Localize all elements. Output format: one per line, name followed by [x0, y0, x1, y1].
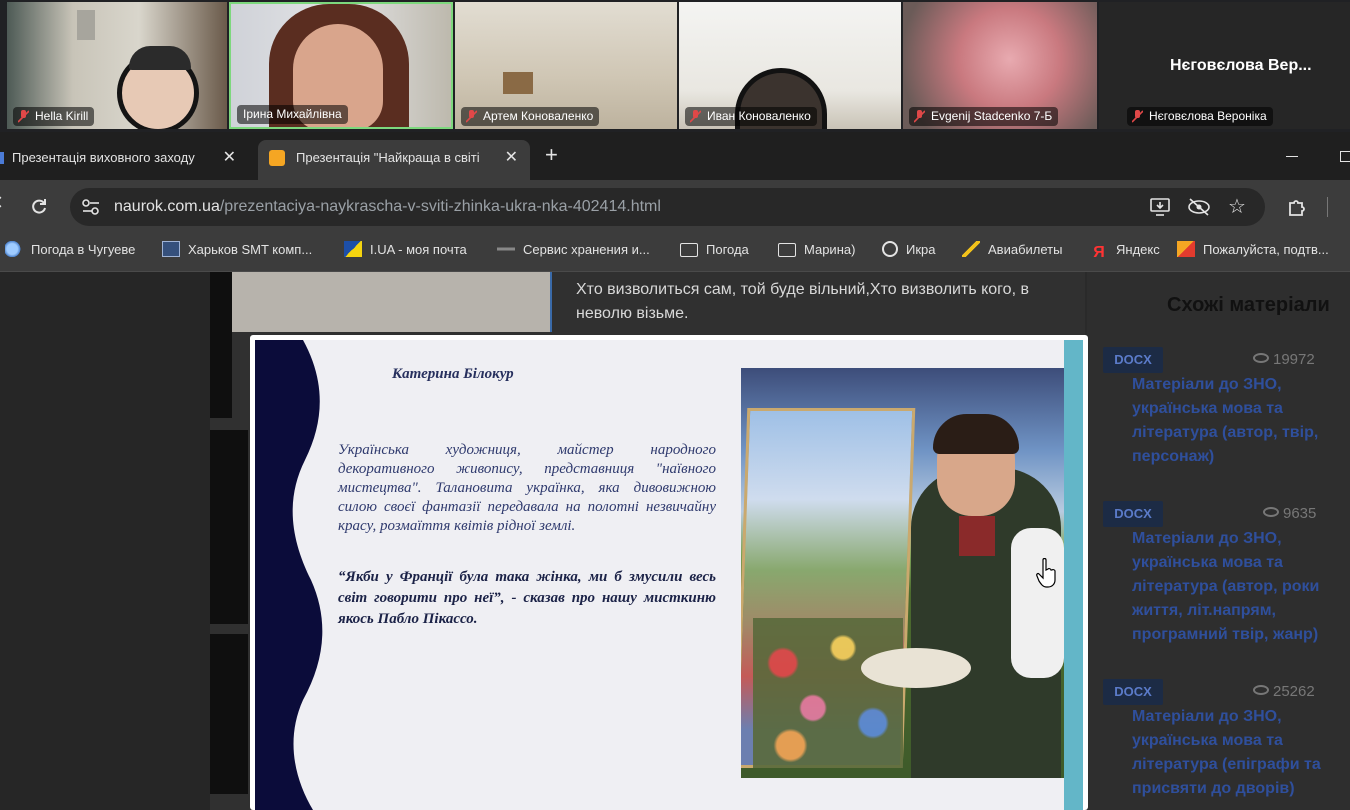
views-count: 19972 — [1253, 351, 1315, 368]
maximize-icon[interactable] — [1340, 151, 1350, 162]
tab-bar: Презентація виховного заходу ✕ Презентац… — [0, 132, 1350, 180]
bookmark-item[interactable]: Пожалуйста, подтв... — [1177, 234, 1329, 270]
participant-name: Evgenij Stadcenko 7-Б — [909, 107, 1059, 126]
slide-thumbnail[interactable] — [210, 430, 248, 624]
bookmarks-bar: Погода в Чугуеве Харьков SMT комп... I.U… — [0, 234, 1350, 272]
mic-muted-icon — [1132, 110, 1143, 123]
bookmark-item[interactable]: Харьков SMT комп... — [162, 234, 312, 270]
docx-badge: DOCX — [1103, 679, 1163, 705]
plane-icon — [962, 241, 980, 257]
docx-badge: DOCX — [1103, 347, 1163, 373]
hand-cursor-icon — [1036, 558, 1056, 588]
bookmark-item[interactable]: Авиабилеты — [962, 234, 1062, 270]
extensions-icon[interactable] — [1287, 197, 1307, 217]
participant-tile[interactable]: Hella Kirill — [7, 2, 227, 129]
participant-tile[interactable]: Иван Коноваленко — [679, 2, 901, 129]
address-bar[interactable]: naurok.com.ua/prezentaciya-naykrascha-v-… — [70, 188, 1265, 226]
mic-muted-icon — [466, 110, 477, 123]
presentation-slide[interactable]: Катерина Білокур Українська художниця, м… — [250, 335, 1088, 810]
weather-icon — [5, 241, 23, 257]
tab-presentation-active[interactable]: Презентація "Найкраща в світі ✕ — [258, 140, 530, 180]
page-quote: Хто визволиться сам, той буде вільний,Хт… — [576, 281, 1029, 322]
views-count: 9635 — [1263, 505, 1316, 522]
install-app-icon[interactable] — [1150, 198, 1170, 216]
toolbar-divider — [1327, 197, 1328, 217]
docx-badge: DOCX — [1103, 501, 1163, 527]
slide-canvas: Катерина Білокур Українська художниця, м… — [255, 340, 1083, 810]
participant-name: Артем Коноваленко — [461, 107, 600, 126]
left-gutter — [0, 272, 210, 810]
participant-name: Нєговєлова Вероніка — [1127, 107, 1273, 126]
slide-author-title: Катерина Білокур — [392, 366, 514, 382]
new-tab-button[interactable]: + — [545, 140, 558, 170]
portrait-photo — [741, 368, 1064, 778]
folder-icon — [778, 243, 796, 257]
participant-tile[interactable]: Нєговєлова Вер... Нєговєлова Вероніка — [1099, 2, 1350, 129]
bookmark-item[interactable]: Я Яндекс — [1090, 234, 1159, 270]
storage-icon — [497, 241, 515, 257]
participant-name: Ірина Михайлівна — [237, 105, 348, 124]
mic-muted-icon — [914, 110, 925, 123]
similar-item-title[interactable]: Матеріали до ЗНО, українська мова та літ… — [1132, 373, 1337, 469]
views-count: 25262 — [1253, 683, 1315, 700]
bookmark-item[interactable]: Марина) — [778, 234, 855, 270]
bookmark-item[interactable]: Погода — [680, 234, 749, 270]
eye-icon — [1253, 685, 1269, 695]
participant-name: Иван Коноваленко — [685, 107, 817, 126]
minimize-icon[interactable] — [1286, 156, 1298, 157]
slide-thumbnail[interactable] — [210, 272, 232, 418]
participant-tile[interactable]: Артем Коноваленко — [455, 2, 677, 129]
eye-icon — [1263, 507, 1279, 517]
close-tab-icon[interactable]: ✕ — [505, 140, 518, 176]
participant-name: Hella Kirill — [13, 107, 95, 126]
participant-display-name: Нєговєлова Вер... — [1170, 57, 1312, 74]
globe-icon — [882, 241, 898, 257]
folder-icon — [680, 243, 698, 257]
slide-quote-text: “Якби у Франції була така жінка, ми б зм… — [338, 569, 716, 627]
bookmark-item[interactable]: I.UA - моя почта — [344, 234, 467, 270]
warn-icon — [1177, 241, 1195, 257]
iua-icon — [344, 241, 362, 257]
participant-tile[interactable]: Evgenij Stadcenko 7-Б — [903, 2, 1097, 129]
close-tab-icon[interactable]: ✕ — [223, 140, 236, 176]
mic-muted-icon — [690, 110, 701, 123]
site-settings-icon[interactable] — [82, 199, 100, 215]
similar-materials-sidebar: Схожі матеріали DOCX 19972 Матеріали до … — [1087, 272, 1350, 810]
bell-favicon-icon — [269, 150, 285, 166]
browser-toolbar: naurok.com.ua/prezentaciya-naykrascha-v-… — [0, 180, 1350, 234]
slide-body-text: Українська художниця, майстер народного … — [338, 442, 716, 534]
bookmark-star-icon[interactable]: ☆ — [1228, 192, 1246, 222]
video-call-strip: Hella Kirill Ірина Михайлівна Артем Коно… — [0, 0, 1350, 132]
reload-icon[interactable] — [30, 198, 48, 216]
tracking-protection-icon[interactable] — [1187, 198, 1211, 216]
eye-icon — [1253, 353, 1269, 363]
yandex-icon: Я — [1093, 244, 1105, 261]
mic-muted-icon — [18, 110, 29, 123]
wave-border-decoration — [255, 340, 323, 810]
slide-thumbnail[interactable] — [232, 272, 550, 332]
thumb-border — [550, 272, 552, 332]
bookmark-item[interactable]: Погода в Чугуеве — [5, 234, 135, 270]
similar-title: Схожі матеріали — [1167, 294, 1330, 316]
slide-thumbnail[interactable] — [210, 634, 248, 794]
slide-accent-bar — [1064, 340, 1083, 810]
similar-item-title[interactable]: Матеріали до ЗНО, українська мова та літ… — [1132, 527, 1337, 647]
tab-presentation-event[interactable]: Презентація виховного заходу ✕ — [0, 140, 250, 180]
tab-favicon-icon — [0, 152, 4, 164]
bookmark-item[interactable]: Сервис хранения и... — [497, 234, 650, 270]
smt-icon — [162, 241, 180, 257]
back-icon[interactable] — [0, 196, 6, 208]
similar-item-title[interactable]: Матеріали до ЗНО, українська мова та літ… — [1132, 705, 1337, 801]
participant-tile-active[interactable]: Ірина Михайлівна — [229, 2, 453, 129]
url-text[interactable]: naurok.com.ua/prezentaciya-naykrascha-v-… — [114, 188, 661, 226]
bookmark-item[interactable]: Икра — [882, 234, 936, 270]
